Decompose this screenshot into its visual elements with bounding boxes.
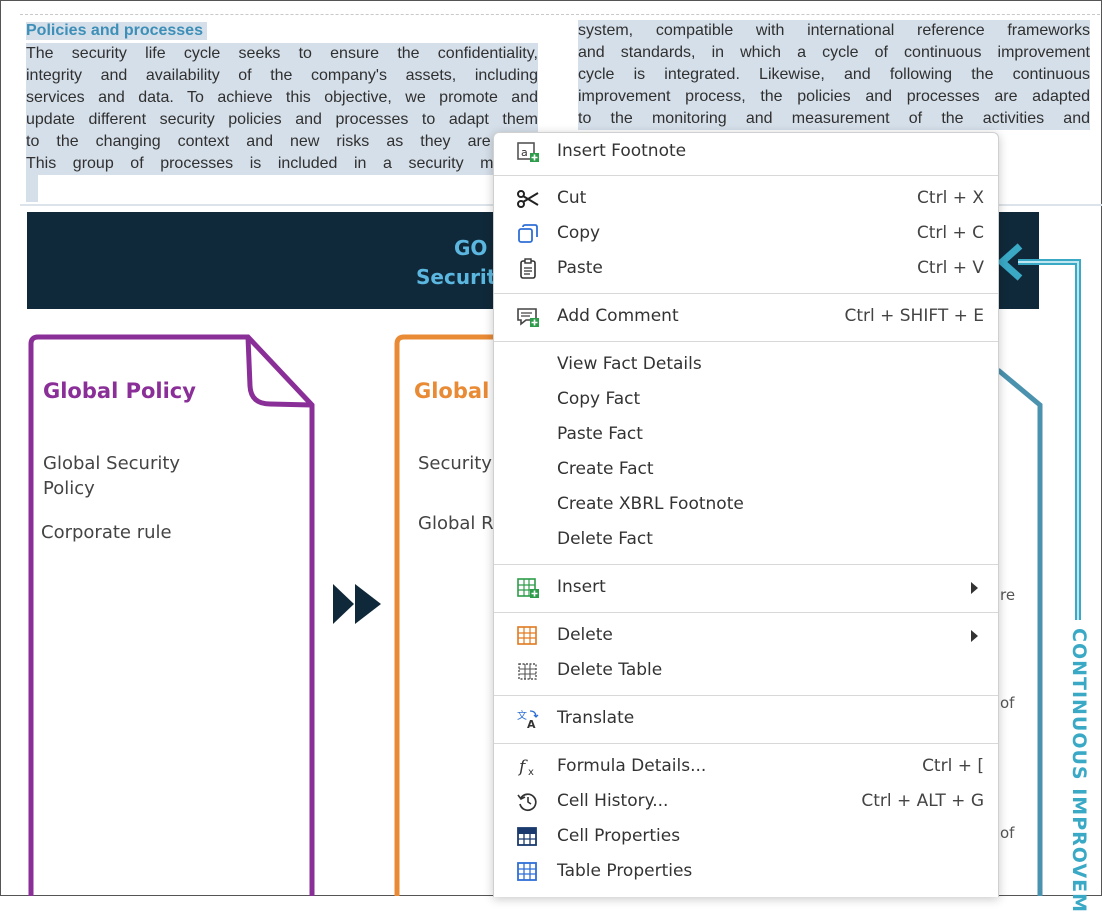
third-card-outline [996,368,1043,896]
menu-item-view-fact-details[interactable]: View Fact Details [494,347,998,382]
menu-separator [494,293,998,294]
shortcut-text: Ctrl + [ [922,756,984,776]
submenu-arrow-icon [971,630,978,642]
card-item: Security [418,453,492,474]
cell-properties-icon [517,827,537,846]
partial-text: of [1000,694,1015,712]
menu-item-label: Delete Table [557,660,663,680]
table-properties-icon [517,862,537,881]
global-card-outline [394,334,493,896]
menu-item-insert[interactable]: Insert [494,570,998,605]
svg-text:A: A [527,718,536,730]
menu-item-label: Copy [557,223,601,243]
menu-item-label: Translate [557,708,635,728]
menu-item-paste-fact[interactable]: Paste Fact [494,417,998,452]
menu-item-cell-history[interactable]: Cell History... Ctrl + ALT + G [494,784,998,819]
menu-item-table-properties[interactable]: Table Properties [494,854,998,889]
menu-item-label: Paste Fact [557,424,643,444]
comment-icon [517,308,539,327]
copy-icon [518,224,538,243]
menu-item-cell-properties[interactable]: Cell Properties [494,819,998,854]
history-icon [517,793,537,812]
table-insert-icon [517,578,539,598]
card-item: Corporate rule [41,522,172,543]
svg-text:x: x [528,767,534,778]
shortcut-text: Ctrl + V [917,258,984,278]
delete-table-icon [518,663,537,680]
card-item: Global Ri [418,513,499,534]
menu-item-paste[interactable]: Paste Ctrl + V [494,251,998,286]
global-card-title: Global [414,379,490,403]
menu-item-label: Delete Fact [557,529,653,549]
card-item-line: Policy [43,478,95,499]
global-policy-title: Global Policy [43,379,196,403]
translate-icon: 文 A [517,709,539,730]
shortcut-text: Ctrl + ALT + G [861,791,984,811]
menu-item-label: Paste [557,258,603,278]
menu-item-label: Insert Footnote [557,141,687,161]
menu-item-label: Cell Properties [557,826,681,846]
menu-item-delete-table[interactable]: Delete Table [494,653,998,688]
menu-item-label: View Fact Details [557,354,702,374]
svg-text:a: a [521,146,528,159]
menu-item-insert-footnote[interactable]: a Insert Footnote [494,134,998,169]
svg-text:文: 文 [517,709,527,722]
menu-item-copy[interactable]: Copy Ctrl + C [494,216,998,251]
menu-item-delete-fact[interactable]: Delete Fact [494,522,998,557]
svg-text:f: f [517,757,528,777]
clipboard-icon [520,258,536,279]
menu-separator [494,743,998,744]
shortcut-text: Ctrl + X [917,188,984,208]
partial-text: of [1000,824,1015,842]
loop-arrowhead-icon [996,243,1023,281]
menu-item-add-comment[interactable]: Add Comment Ctrl + SHIFT + E [494,299,998,334]
menu-separator [494,612,998,613]
scissors-icon [517,190,539,208]
menu-item-copy-fact[interactable]: Copy Fact [494,382,998,417]
menu-item-create-fact[interactable]: Create Fact [494,452,998,487]
loop-arrow-line-inner [1018,261,1079,620]
shortcut-text: Ctrl + SHIFT + E [844,306,984,326]
menu-item-label: Table Properties [557,861,693,881]
insert-footnote-icon: a [517,142,539,162]
next-arrow-icon [355,584,381,624]
menu-item-label: Create Fact [557,459,654,479]
menu-item-label: Delete [557,625,613,645]
menu-item-label: Insert [557,577,606,597]
menu-item-label: Copy Fact [557,389,641,409]
menu-item-label: Cell History... [557,791,669,811]
menu-item-cut[interactable]: Cut Ctrl + X [494,181,998,216]
loop-arrow-line [1018,259,1081,620]
submenu-arrow-icon [971,582,978,594]
menu-separator [494,695,998,696]
menu-item-create-xbrl-footnote[interactable]: Create XBRL Footnote [494,487,998,522]
menu-item-label: Create XBRL Footnote [557,494,744,514]
menu-item-label: Cut [557,188,587,208]
menu-separator [494,175,998,176]
menu-separator [494,341,998,342]
continuous-improvement-label: CONTINUOUS IMPROVEM [1068,628,1090,913]
formula-icon: f x [517,757,534,778]
menu-item-formula-details[interactable]: f x Formula Details... Ctrl + [ [494,749,998,784]
global-policy-card-outline [28,334,315,896]
context-menu: a Insert Footnote Cut Ctrl + X Copy Ctrl… [493,132,999,897]
menu-item-label: Add Comment [557,306,679,326]
menu-separator [494,564,998,565]
menu-item-delete[interactable]: Delete [494,618,998,653]
menu-item-translate[interactable]: 文 A Translate [494,701,998,736]
next-arrow-icon [333,584,354,624]
card-item-line: Global Security [43,453,181,474]
card-item: Global Security Policy [43,451,180,501]
shortcut-text: Ctrl + C [916,223,984,243]
partial-text: re [1000,586,1016,604]
table-delete-icon [517,626,537,645]
menu-item-label: Formula Details... [557,756,707,776]
